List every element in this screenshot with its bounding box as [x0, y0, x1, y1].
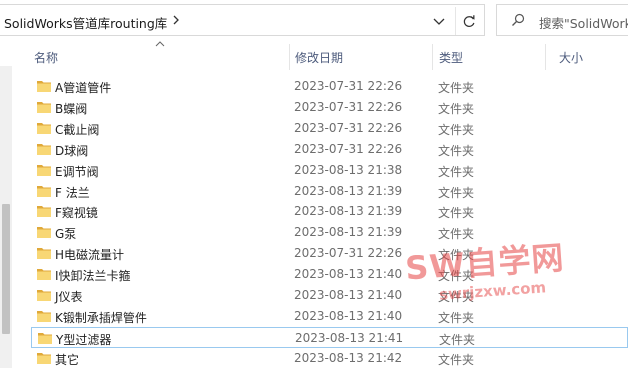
folder-date-modified: 2023-07-31 22:26 [294, 141, 403, 156]
search-box[interactable]: 搜索"SolidWork [496, 4, 628, 36]
folder-name[interactable]: E调节阀 [55, 163, 99, 180]
folder-name[interactable]: H电磁流量计 [55, 246, 124, 263]
folder-date-modified: 2023-08-13 21:40 [294, 308, 403, 323]
folder-name[interactable]: F 法兰 [55, 184, 90, 201]
folder-icon [37, 290, 51, 301]
folder-icon [37, 206, 51, 218]
folder-name[interactable]: G泵 [55, 225, 76, 242]
folder-type: 文件夹 [438, 227, 475, 242]
folder-icon [37, 269, 51, 281]
folder-row[interactable]: D球阀 2023-07-31 22:26 文件夹 [31, 139, 628, 160]
folder-type: 文件夹 [438, 122, 475, 137]
folder-name[interactable]: F窥视镜 [55, 204, 98, 221]
folder-date-modified: 2023-07-31 22:26 [294, 120, 403, 135]
refresh-icon[interactable] [455, 7, 483, 35]
folder-name[interactable]: A管道管件 [55, 79, 111, 96]
folder-date-modified: 2023-08-13 21:40 [294, 288, 403, 302]
folder-name[interactable]: C截止阀 [55, 121, 99, 138]
search-input[interactable]: 搜索"SolidWork [539, 13, 628, 32]
folder-name[interactable]: I快卸法兰卡箍 [55, 267, 131, 284]
address-bar[interactable]: SolidWorks管道库routing库 [0, 4, 485, 36]
folder-row[interactable]: 其它 2023-08-13 21:42 文件夹 [31, 348, 628, 369]
folder-icon [37, 81, 51, 92]
address-bar-area: SolidWorks管道库routing库 搜索"SolidWork [0, 0, 628, 40]
folder-name[interactable]: B蝶阀 [55, 100, 87, 117]
folder-row[interactable]: G泵 2023-08-13 21:39 文件夹 [31, 222, 628, 243]
folder-type: 文件夹 [438, 185, 475, 200]
folder-date-modified: 2023-08-13 21:42 [294, 350, 403, 365]
folder-name[interactable]: K锻制承插焊管件 [55, 309, 147, 326]
sort-ascending-icon [155, 41, 165, 47]
folder-icon [37, 248, 51, 260]
scrollbar-thumb[interactable] [2, 204, 10, 334]
folder-type: 文件夹 [438, 310, 475, 325]
folder-date-modified: 2023-08-13 21:39 [294, 225, 403, 240]
folder-row[interactable]: H电磁流量计 2023-07-31 22:26 文件夹 [31, 243, 628, 264]
folder-row[interactable]: K锻制承插焊管件 2023-08-13 21:40 文件夹 [31, 306, 628, 327]
chevron-down-icon[interactable] [428, 9, 450, 33]
folder-date-modified: 2023-08-13 21:41 [295, 330, 404, 345]
folder-type: 文件夹 [438, 143, 475, 158]
folder-row[interactable]: C截止阀 2023-07-31 22:26 文件夹 [31, 118, 628, 139]
folder-type: 文件夹 [438, 269, 475, 284]
folder-row[interactable]: F窥视镜 2023-08-13 21:39 文件夹 [31, 201, 628, 222]
folder-row[interactable]: I快卸法兰卡箍 2023-08-13 21:40 文件夹 [31, 264, 628, 285]
column-divider[interactable] [289, 44, 290, 70]
folder-icon [37, 352, 51, 364]
folder-type: 文件夹 [438, 164, 475, 179]
folder-name[interactable]: D球阀 [55, 142, 88, 159]
column-size[interactable]: 大小 [559, 49, 583, 66]
folder-name[interactable]: 其它 [55, 351, 79, 368]
folder-icon [38, 332, 52, 344]
folder-row[interactable]: F 法兰 2023-08-13 21:39 文件夹 [31, 181, 628, 202]
chevron-right-icon[interactable] [171, 13, 181, 27]
folder-icon [37, 310, 51, 322]
search-icon [512, 13, 525, 26]
folder-name[interactable]: Y型过滤器 [56, 331, 111, 348]
folder-icon [37, 227, 51, 239]
folder-type: 文件夹 [438, 206, 475, 221]
folder-icon [37, 143, 51, 155]
column-name[interactable]: 名称 [34, 49, 58, 66]
folder-date-modified: 2023-08-13 21:39 [294, 183, 403, 198]
folder-row[interactable]: E调节阀 2023-08-13 21:38 文件夹 [31, 160, 628, 181]
folder-row[interactable]: B蝶阀 2023-07-31 22:26 文件夹 [31, 97, 628, 118]
folder-row[interactable]: J仪表 2023-08-13 21:40 文件夹 [31, 285, 628, 306]
column-divider[interactable] [545, 44, 546, 70]
folder-type: 文件夹 [438, 290, 475, 304]
column-divider[interactable] [432, 44, 433, 70]
folder-icon [37, 185, 51, 197]
folder-icon [37, 122, 51, 134]
folder-date-modified: 2023-07-31 22:26 [294, 246, 403, 261]
folder-type: 文件夹 [438, 81, 475, 95]
nav-pane-scrollbar[interactable] [0, 66, 12, 368]
column-date-modified[interactable]: 修改日期 [295, 49, 343, 66]
folder-type: 文件夹 [438, 248, 475, 263]
folder-row[interactable]: Y型过滤器 2023-08-13 21:41 文件夹 [31, 326, 628, 348]
folder-type: 文件夹 [438, 101, 475, 116]
folder-date-modified: 2023-07-31 22:26 [294, 79, 403, 93]
folder-date-modified: 2023-08-13 21:39 [294, 204, 403, 219]
folder-icon [37, 164, 51, 176]
column-header: 名称 修改日期 类型 大小 [0, 40, 628, 72]
folder-date-modified: 2023-07-31 22:26 [294, 99, 403, 114]
folder-type: 文件夹 [438, 352, 475, 367]
column-type[interactable]: 类型 [439, 49, 463, 66]
folder-icon [37, 101, 51, 113]
folder-name[interactable]: J仪表 [55, 288, 83, 305]
folder-type: 文件夹 [439, 332, 476, 347]
address-path[interactable]: SolidWorks管道库routing库 [4, 13, 167, 32]
folder-date-modified: 2023-08-13 21:40 [294, 267, 403, 282]
folder-row[interactable]: A管道管件 2023-07-31 22:26 文件夹 [31, 76, 628, 97]
folder-date-modified: 2023-08-13 21:38 [294, 162, 403, 177]
